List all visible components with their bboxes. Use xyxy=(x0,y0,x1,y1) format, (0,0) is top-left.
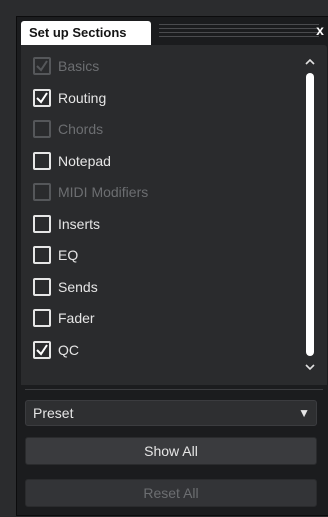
section-label: Basics xyxy=(58,58,100,74)
chevron-down-icon[interactable] xyxy=(303,360,317,374)
checkmark-icon xyxy=(36,92,48,104)
section-row-eq[interactable]: EQ xyxy=(33,244,283,266)
section-row-chords[interactable]: Chords xyxy=(33,118,283,140)
checkbox[interactable] xyxy=(33,278,51,296)
section-label: MIDI Modifiers xyxy=(58,184,149,200)
triangle-down-icon: ▼ xyxy=(298,406,310,420)
chevron-up-icon[interactable] xyxy=(303,55,317,69)
section-label: Chords xyxy=(58,121,104,137)
checkbox[interactable] xyxy=(33,215,51,233)
section-label: Notepad xyxy=(58,153,111,169)
checkbox[interactable] xyxy=(33,183,51,201)
section-row-fader[interactable]: Fader xyxy=(33,307,283,329)
divider xyxy=(25,389,323,390)
section-label: QC xyxy=(58,342,79,358)
checkbox[interactable] xyxy=(33,246,51,264)
scrollbar-thumb[interactable] xyxy=(306,73,314,356)
preset-dropdown[interactable]: Preset ▼ xyxy=(25,400,317,426)
section-label: Routing xyxy=(58,90,107,106)
section-label: EQ xyxy=(58,247,79,263)
section-label: Inserts xyxy=(58,216,101,232)
show-all-button[interactable]: Show All xyxy=(25,437,317,465)
checkbox[interactable] xyxy=(33,120,51,138)
section-label: Sends xyxy=(58,279,98,295)
section-row-basics[interactable]: Basics xyxy=(33,55,283,77)
tab-set-up-sections[interactable]: Set up Sections xyxy=(21,21,151,45)
tab-bar: Set up Sections x xyxy=(17,17,328,45)
drag-grip[interactable] xyxy=(159,24,319,40)
preset-value: Preset xyxy=(33,405,74,421)
checkbox[interactable] xyxy=(33,309,51,327)
close-icon[interactable]: x xyxy=(313,21,327,39)
setup-sections-window: Set up Sections x Basics Routing Chords xyxy=(16,16,328,516)
sections-panel: Basics Routing Chords Notepad MIDI Modif… xyxy=(21,45,327,385)
checkbox[interactable] xyxy=(33,341,51,359)
reset-all-button[interactable]: Reset All xyxy=(25,479,317,507)
section-row-sends[interactable]: Sends xyxy=(33,276,283,298)
section-row-notepad[interactable]: Notepad xyxy=(33,150,283,172)
section-row-qc[interactable]: QC xyxy=(33,339,283,361)
section-label: Fader xyxy=(58,310,95,326)
scrollbar[interactable] xyxy=(303,55,317,373)
checkmark-icon xyxy=(36,60,48,72)
section-row-inserts[interactable]: Inserts xyxy=(33,213,283,235)
checkbox[interactable] xyxy=(33,89,51,107)
checkbox[interactable] xyxy=(33,152,51,170)
section-row-routing[interactable]: Routing xyxy=(33,87,283,109)
section-row-midi-modifiers[interactable]: MIDI Modifiers xyxy=(33,181,283,203)
checkbox[interactable] xyxy=(33,57,51,75)
checkmark-icon xyxy=(36,344,48,356)
